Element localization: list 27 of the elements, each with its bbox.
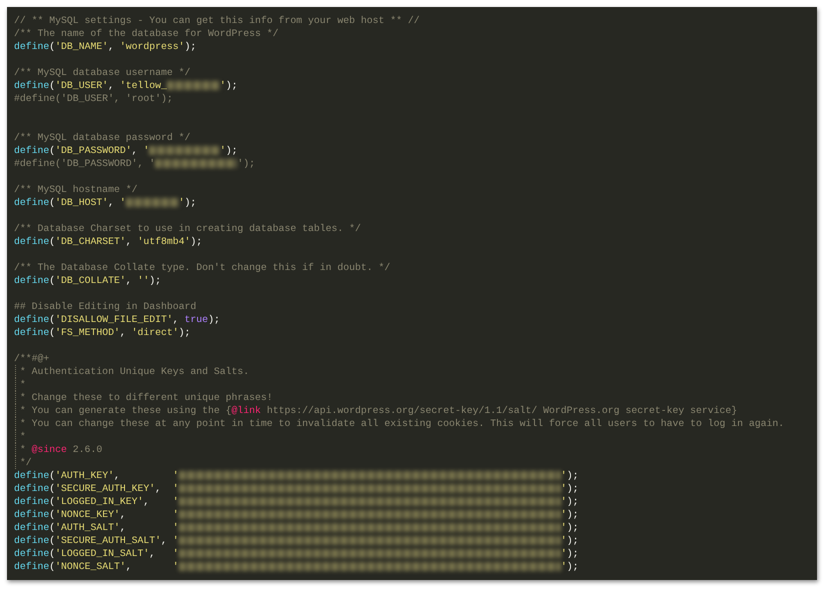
code-line: define('LOGGED_IN_SALT', ' '); — [14, 547, 580, 560]
code-line: // ** MySQL settings - You can get this info from your web host ** // — [14, 14, 421, 27]
code-line: define('DB_PASSWORD', ' '); — [14, 144, 238, 157]
code-line: /**#@+ — [14, 352, 50, 365]
code-line: ## Disable Editing in Dashboard — [14, 300, 198, 313]
code-line: #define('DB_USER', 'root'); — [14, 92, 174, 105]
code-line: define('SECURE_AUTH_KEY', ' '); — [14, 482, 580, 495]
code-line: #define('DB_PASSWORD', ' '); — [14, 157, 256, 170]
code-line: define('DB_CHARSET', 'utf8mb4'); — [14, 235, 204, 248]
code-line: /** Database Charset to use in creating database tables. */ — [14, 222, 362, 235]
code-line: define('DB_USER', 'tellow_ '); — [14, 79, 238, 92]
code-line: define('NONCE_SALT', ' '); — [14, 560, 580, 573]
code-line: /** The Database Collate type. Don't change this if in doubt. */ — [14, 261, 392, 274]
code-line: define('DISALLOW_FILE_EDIT', true); — [14, 313, 221, 326]
code-line: define('AUTH_KEY', ' '); — [14, 469, 580, 482]
code-line: /** The name of the database for WordPress */ — [14, 27, 280, 40]
code-line: /** MySQL hostname */ — [14, 183, 138, 196]
code-line: /** MySQL database username */ — [14, 66, 192, 79]
code-line: define('AUTH_SALT', ' '); — [14, 521, 580, 534]
code-line: define('LOGGED_IN_KEY', ' '); — [14, 495, 580, 508]
code-line: define('DB_COLLATE', ''); — [14, 274, 162, 287]
code-line: define('NONCE_KEY', ' '); — [14, 508, 580, 521]
code-line: define('DB_NAME', 'wordpress'); — [14, 40, 198, 53]
code-line: define('SECURE_AUTH_SALT', ' '); — [14, 534, 580, 547]
code-line: /** MySQL database password */ — [14, 131, 192, 144]
code-line: define('DB_HOST', ' '); — [14, 196, 198, 209]
code-line: define('FS_METHOD', 'direct'); — [14, 326, 192, 339]
